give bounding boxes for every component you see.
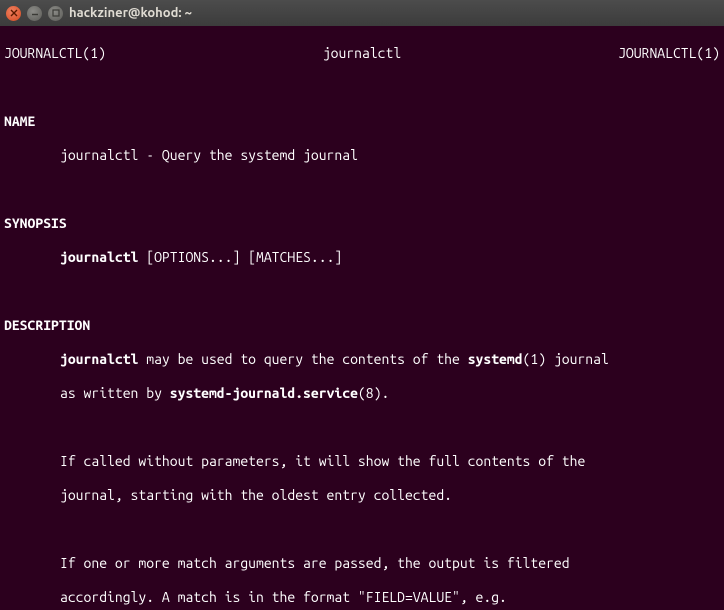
synopsis-cmd: journalctl [60,249,138,265]
minimize-icon[interactable] [27,6,42,21]
desc-p1-l2: as written by systemd-journald.service(8… [4,385,720,402]
section-synopsis-label: SYNOPSIS [4,215,720,232]
terminal-viewport[interactable]: JOURNALCTL(1) journalctl JOURNALCTL(1) NAM… [0,26,724,610]
man-header-center: journalctl [323,45,401,62]
window-title: hackziner@kohod: ~ [69,6,192,20]
section-name-text: journalctl - Query the systemd journal [4,147,720,164]
section-name-label: NAME [4,113,720,130]
synopsis-args: [OPTIONS...] [MATCHES...] [138,249,342,265]
man-header-left: JOURNALCTL(1) [4,45,106,62]
desc-p2-l1: If called without parameters, it will sh… [4,453,720,470]
desc-p3-l2: accordingly. A match is in the format "F… [4,589,720,606]
man-header-right: JOURNALCTL(1) [618,45,720,62]
section-synopsis-line: journalctl [OPTIONS...] [MATCHES...] [4,249,720,266]
window-titlebar: hackziner@kohod: ~ [0,0,724,26]
close-icon[interactable] [6,6,21,21]
maximize-icon[interactable] [48,6,63,21]
section-description-label: DESCRIPTION [4,317,720,334]
desc-p1-l1: journalctl may be used to query the cont… [4,351,720,368]
desc-p3-l1: If one or more match arguments are passe… [4,555,720,572]
desc-p2-l2: journal, starting with the oldest entry … [4,487,720,504]
man-header: JOURNALCTL(1) journalctl JOURNALCTL(1) [4,45,720,62]
